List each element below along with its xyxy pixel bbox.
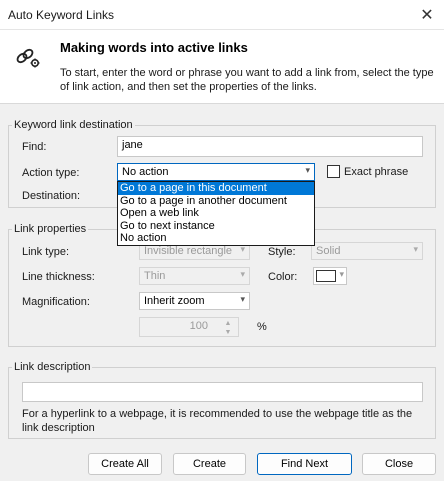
style-label: Style: — [268, 246, 296, 258]
window-title: Auto Keyword Links — [8, 8, 115, 22]
dropdown-option-no-action[interactable]: No action — [118, 232, 314, 245]
chain-link-gear-icon — [16, 48, 40, 68]
zoom-value: 100 — [189, 320, 208, 332]
description-group-label: Link description — [12, 361, 93, 373]
dialog-header: Making words into active links To start,… — [0, 30, 444, 104]
title-bar: Auto Keyword Links ✕ — [0, 0, 444, 30]
chevron-down-icon: ▾ — [339, 269, 344, 279]
header-title: Making words into active links — [60, 40, 248, 55]
chevron-down-icon: ▾ — [413, 244, 418, 254]
description-hint: For a hyperlink to a webpage, it is reco… — [22, 408, 413, 434]
exact-phrase-label: Exact phrase — [344, 166, 409, 178]
action-type-label: Action type: — [22, 167, 80, 179]
line-thickness-label: Line thickness: — [22, 271, 95, 283]
action-type-dropdown[interactable]: Go to a page in this document Go to a pa… — [117, 181, 315, 246]
dropdown-option-goto-page-this-doc[interactable]: Go to a page in this document — [118, 182, 314, 195]
spin-up-icon[interactable]: ▲ — [220, 319, 236, 328]
link-type-value: Invisible rectangle — [144, 245, 233, 257]
find-input[interactable]: jane — [117, 136, 423, 157]
zoom-spinner[interactable]: 100 ▲ ▼ — [139, 317, 239, 337]
color-swatch — [316, 270, 336, 282]
create-all-button[interactable]: Create All — [88, 453, 162, 475]
style-value: Solid — [316, 245, 341, 257]
dropdown-option-goto-page-other-doc[interactable]: Go to a page in another document — [118, 195, 314, 208]
magnification-value: Inherit zoom — [144, 295, 205, 307]
line-thickness-select[interactable]: Thin ▾ — [139, 267, 250, 285]
color-label: Color: — [268, 271, 298, 283]
link-type-label: Link type: — [22, 246, 70, 258]
exact-phrase-checkbox[interactable] — [327, 165, 340, 178]
destination-group-label: Keyword link destination — [12, 119, 135, 131]
close-button[interactable]: Close — [362, 453, 436, 475]
properties-group-label: Link properties — [12, 223, 89, 235]
magnification-select[interactable]: Inherit zoom ▾ — [139, 292, 250, 310]
style-select[interactable]: Solid ▾ — [311, 242, 423, 260]
find-next-button[interactable]: Find Next — [257, 453, 352, 475]
color-picker[interactable]: ▾ — [313, 267, 347, 285]
spin-down-icon[interactable]: ▼ — [220, 328, 236, 337]
magnification-label: Magnification: — [22, 296, 90, 308]
header-description: To start, enter the word or phrase you w… — [60, 67, 434, 93]
chevron-down-icon: ▾ — [305, 165, 310, 175]
zoom-unit: % — [257, 321, 267, 333]
close-icon[interactable]: ✕ — [414, 3, 440, 27]
chevron-down-icon: ▾ — [240, 269, 245, 279]
action-type-select[interactable]: No action ▾ — [117, 163, 315, 181]
spinner-buttons[interactable]: ▲ ▼ — [220, 319, 236, 337]
line-thickness-value: Thin — [144, 270, 166, 282]
destination-label: Destination: — [22, 190, 81, 202]
link-description-input[interactable] — [22, 382, 423, 402]
dropdown-option-goto-next-instance[interactable]: Go to next instance — [118, 220, 314, 233]
dropdown-option-open-web-link[interactable]: Open a web link — [118, 207, 314, 220]
create-button[interactable]: Create — [173, 453, 246, 475]
find-label: Find: — [22, 141, 47, 153]
action-type-value: No action — [122, 166, 169, 178]
chevron-down-icon: ▾ — [240, 294, 245, 304]
